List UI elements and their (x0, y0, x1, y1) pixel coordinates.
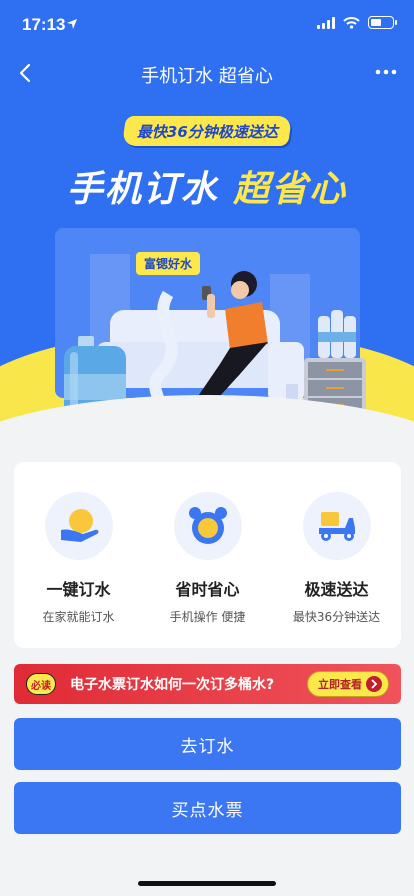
hero-headline-white: 手机订水 (66, 169, 219, 210)
feature-one-click-order: 一键订水 在家就能订水 (19, 492, 139, 648)
scene-tag: 富锶好水 (136, 252, 201, 275)
delivery-scooter-icon (302, 492, 371, 560)
must-read-badge: 必读 (26, 673, 56, 695)
view-now-button[interactable]: 立即查看 (307, 671, 389, 697)
feature-subtitle: 手机操作 便捷 (169, 610, 246, 624)
hero-banner: 17:13 手机订水 超省心 最快36分钟极速送达 手机订水 超省心 富锶好水 (0, 0, 414, 448)
status-time: 17:13 (22, 15, 66, 34)
feature-title: 省时省心 (175, 580, 240, 599)
status-bar: 17:13 (0, 0, 414, 44)
chevron-right-icon (366, 676, 382, 692)
hero-headline-yellow: 超省心 (233, 169, 348, 210)
feature-save-time: 省时省心 手机操作 便捷 (148, 492, 268, 648)
fast-delivery-badge-text: 最快36分钟极速送达 (136, 122, 278, 141)
home-indicator (138, 881, 276, 886)
buy-water-ticket-button[interactable]: 买点水票 (14, 782, 401, 834)
feature-fast-delivery: 极速送达 最快36分钟送达 (277, 492, 397, 648)
fast-delivery-badge: 最快36分钟极速送达 (121, 116, 293, 146)
battery-icon (368, 16, 397, 29)
hero-headline: 手机订水 超省心 (0, 160, 414, 212)
order-water-button[interactable]: 去订水 (14, 718, 401, 770)
more-options-icon[interactable] (372, 60, 400, 84)
page-title: 手机订水 超省心 (141, 66, 273, 87)
feature-title: 一键订水 (46, 580, 111, 599)
location-arrow-icon (67, 19, 77, 29)
nav-bar: 手机订水 超省心 (0, 54, 414, 94)
hand-sun-icon (44, 492, 113, 560)
alarm-clock-icon (173, 492, 242, 560)
feature-subtitle: 在家就能订水 (42, 610, 115, 624)
signal-icon (317, 16, 335, 29)
view-now-label: 立即查看 (318, 678, 362, 691)
feature-title: 极速送达 (304, 580, 369, 599)
banner-text: 电子水票订水如何一次订多桶水? (70, 677, 275, 693)
wifi-icon (343, 16, 360, 29)
must-read-banner[interactable]: 必读 电子水票订水如何一次订多桶水? 立即查看 (14, 664, 401, 704)
feature-subtitle: 最快36分钟送达 (292, 610, 381, 624)
features-card: 一键订水 在家就能订水 省时省心 手机操作 便捷 极速送达 最快36分钟送达 (14, 462, 401, 648)
